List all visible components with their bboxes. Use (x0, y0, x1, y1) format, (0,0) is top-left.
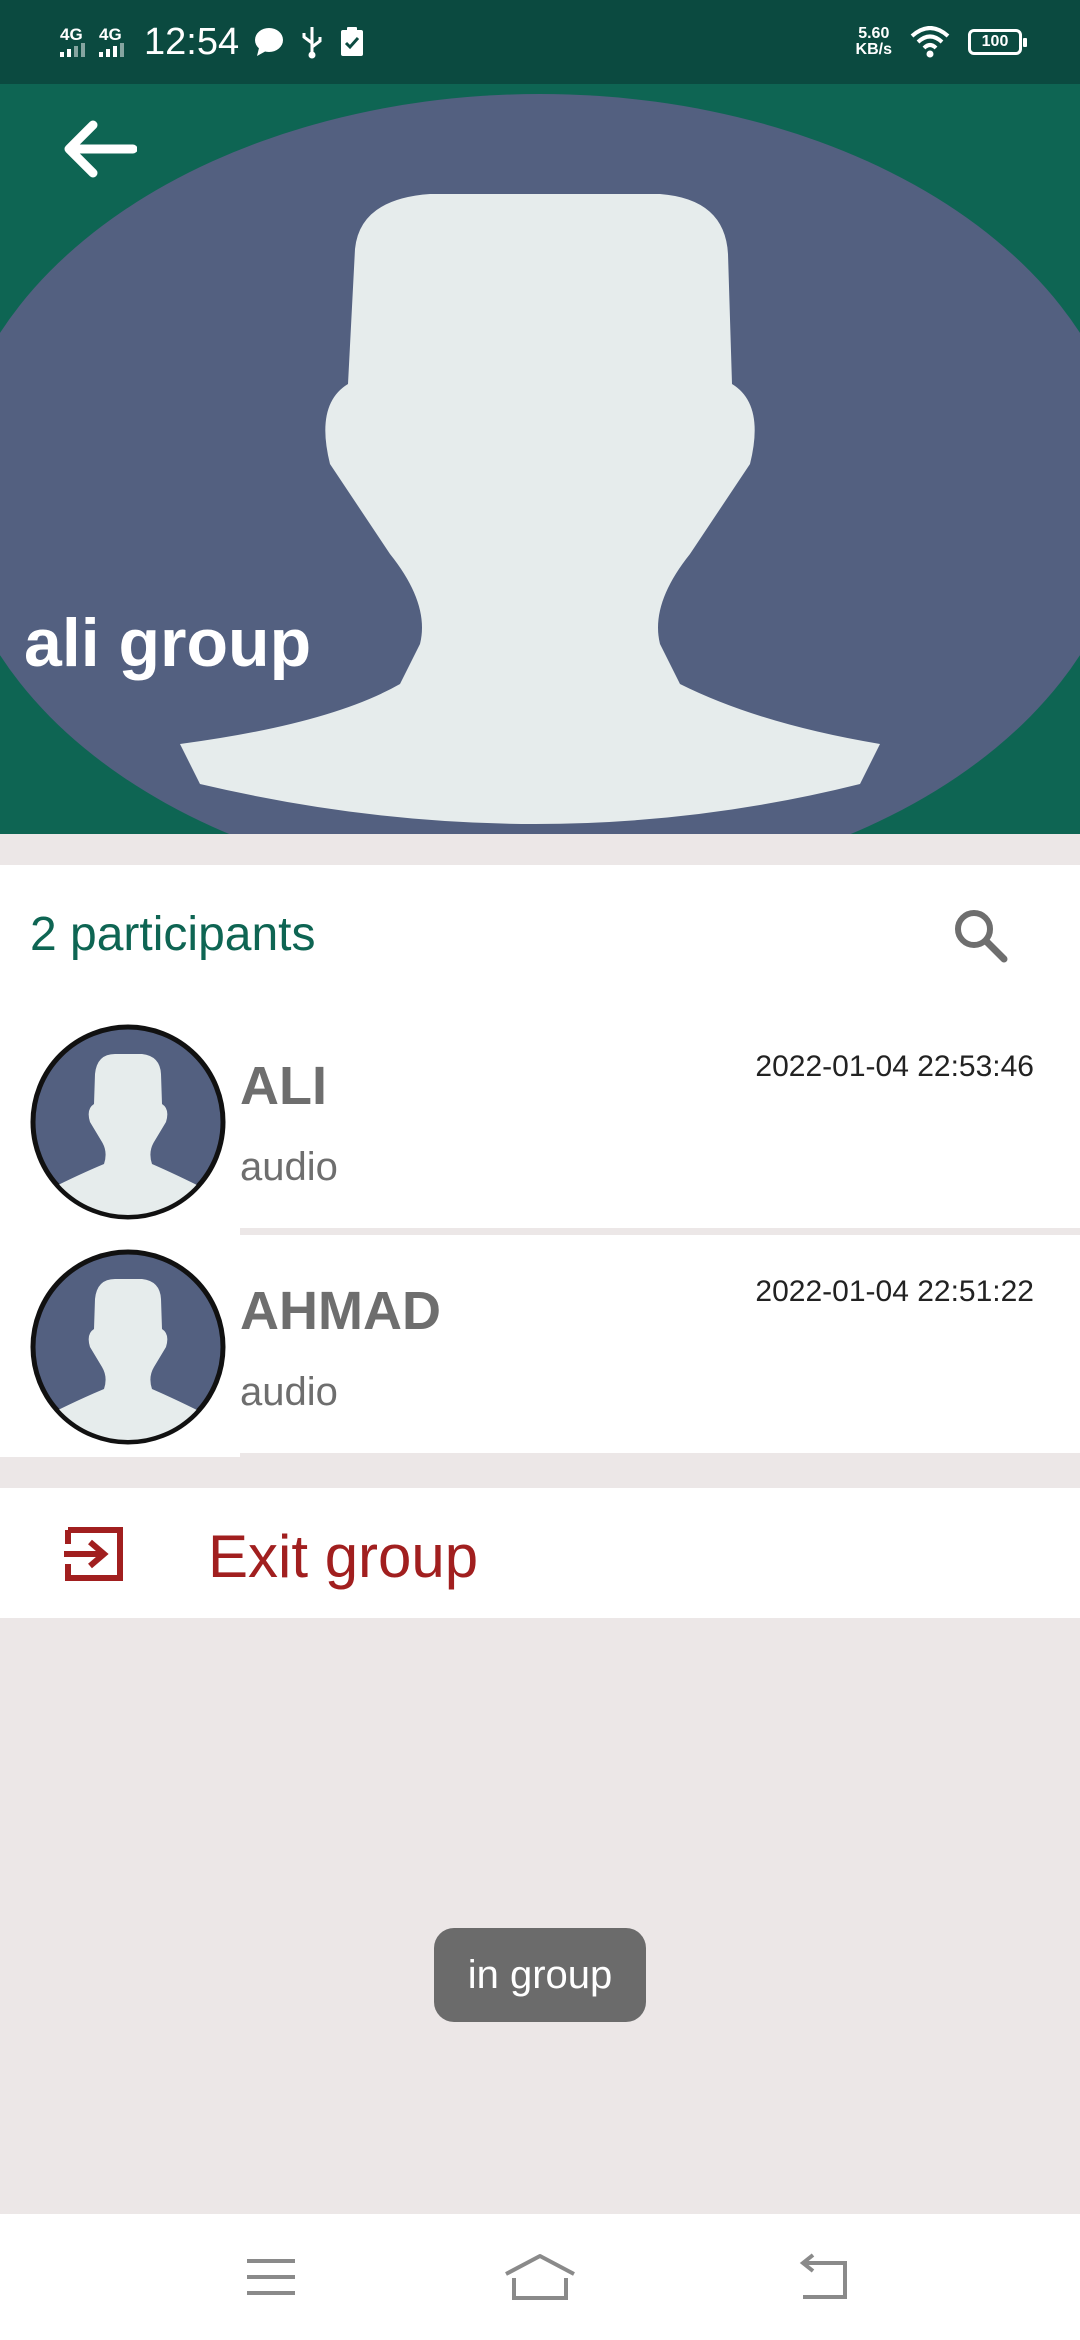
participant-name: AHMAD (240, 1281, 441, 1341)
home-button[interactable] (495, 2244, 585, 2310)
network-type-1: 4G (60, 25, 83, 44)
participant-name: ALI (240, 1056, 327, 1116)
battery-icon: 100 (968, 29, 1027, 55)
status-left: 4G 4G 12:54 (60, 21, 365, 64)
return-icon (799, 2253, 847, 2299)
back-button[interactable] (54, 104, 144, 194)
participant-row[interactable]: ALI audio 2022-01-04 22:53:46 (0, 1010, 1080, 1235)
search-button[interactable] (940, 895, 1020, 975)
group-title: ali group (24, 605, 312, 681)
back-arrow-icon (64, 120, 137, 178)
participant-row[interactable]: AHMAD audio 2022-01-04 22:51:22 (0, 1235, 1080, 1460)
network-type-2: 4G (99, 25, 122, 44)
participant-status: audio (240, 1145, 338, 1189)
group-avatar-large (0, 94, 1080, 834)
participants-section: 2 participants ALI audio 2022-01-04 22:5… (0, 865, 1080, 1460)
participant-timestamp: 2022-01-04 22:53:46 (755, 1050, 1034, 1083)
signal-2: 4G (99, 25, 124, 57)
wifi-icon (910, 26, 950, 58)
signal-bars-icon (99, 43, 124, 57)
usb-icon (302, 27, 322, 59)
divider (240, 1453, 1080, 1460)
speed-value: 5.60 (858, 25, 890, 42)
clipboard-check-icon (341, 27, 364, 56)
participant-status: audio (240, 1370, 338, 1414)
menu-icon (247, 2259, 295, 2295)
status-bar: 4G 4G 12:54 5.60 KB/s 100 (0, 0, 1080, 84)
net-speed: 5.60 KB/s (856, 26, 892, 58)
status-right: 5.60 KB/s 100 (856, 26, 1027, 58)
search-icon (955, 910, 1008, 963)
signal-bars-icon (60, 43, 85, 57)
participant-avatar (30, 1024, 226, 1220)
toast-message: in group (434, 1928, 646, 2022)
clock: 12:54 (144, 20, 240, 63)
exit-group-label: Exit group (208, 1523, 479, 1590)
divider (240, 1228, 1080, 1235)
home-icon (505, 2254, 575, 2300)
participant-avatar (30, 1249, 226, 1445)
message-icon (255, 28, 284, 56)
speed-unit: KB/s (855, 41, 892, 58)
participant-timestamp: 2022-01-04 22:51:22 (755, 1275, 1034, 1308)
signal-1: 4G (60, 25, 85, 57)
exit-icon (64, 1527, 123, 1581)
participants-count: 2 participants (30, 908, 316, 961)
system-nav-bar (0, 2214, 1080, 2340)
menu-button[interactable] (226, 2244, 316, 2310)
return-button[interactable] (778, 2244, 868, 2310)
group-header: ali group (0, 84, 1080, 834)
exit-group-button[interactable]: Exit group (0, 1488, 1080, 1618)
battery-level: 100 (981, 33, 1009, 50)
